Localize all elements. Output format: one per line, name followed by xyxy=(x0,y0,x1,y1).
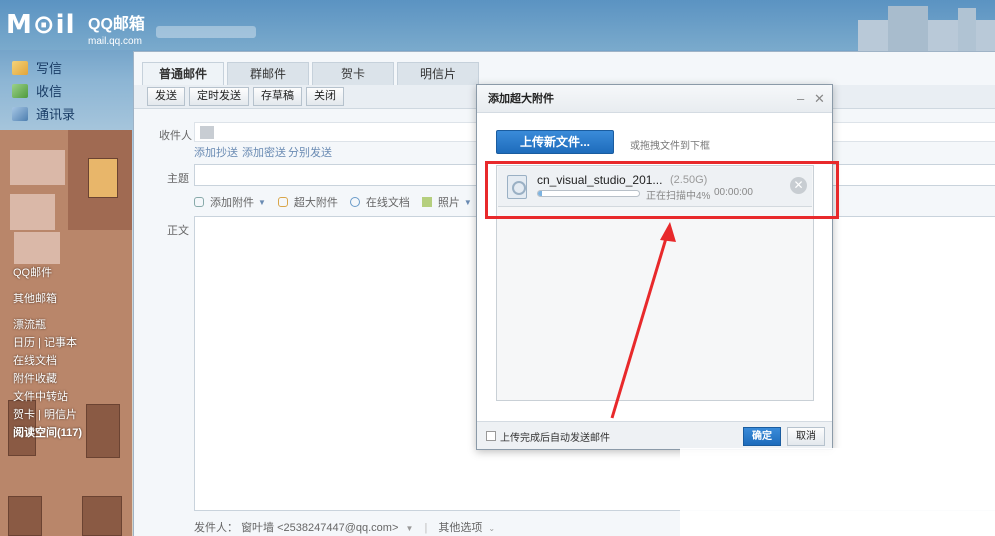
brand-url: mail.qq.com xyxy=(88,36,142,47)
cloud-doc-icon xyxy=(349,197,360,207)
auto-send-checkbox[interactable] xyxy=(486,431,496,441)
scheduled-send-button[interactable]: 定时发送 xyxy=(189,87,249,106)
inbox-icon xyxy=(12,83,28,98)
add-bcc-link[interactable]: 添加密送 xyxy=(242,144,286,160)
redacted-area xyxy=(680,448,995,536)
upload-new-file-button[interactable]: 上传新文件... xyxy=(496,130,614,154)
dialog-header: 添加超大附件 – ✕ xyxy=(477,85,832,113)
background-building xyxy=(958,8,976,51)
contacts-icon xyxy=(12,106,28,121)
send-button[interactable]: 发送 xyxy=(147,87,185,106)
annotation-highlight-box xyxy=(485,161,839,219)
subject-label: 主题 xyxy=(167,173,189,185)
close-icon[interactable]: ✕ xyxy=(814,85,825,113)
nav-contacts-label: 通讯录 xyxy=(36,107,76,122)
nav-write-label: 写信 xyxy=(36,61,63,76)
minimize-icon[interactable]: – xyxy=(797,85,804,113)
chevron-down-icon[interactable]: ⌄ xyxy=(488,524,495,533)
separate-send-link[interactable]: 分别发送 xyxy=(288,144,332,160)
ok-button[interactable]: 确定 xyxy=(743,427,781,446)
tab-postcard[interactable]: 明信片 xyxy=(397,62,479,85)
sender-row: 发件人： 窗叶墙 <2538247447@qq.com> ▼ | 其他选项 ⌄ xyxy=(194,519,495,535)
attach-options: 添加附件 ▼ 超大附件 在线文档 照片 ▼ 文档 xyxy=(194,194,522,210)
nav-inbox[interactable]: 收信 xyxy=(0,79,132,102)
redacted-folders xyxy=(14,232,60,264)
nav-folder-attachments[interactable]: 附件收藏 xyxy=(0,370,132,388)
cancel-button[interactable]: 取消 xyxy=(787,427,825,446)
top-banner xyxy=(0,0,995,50)
nav-write[interactable]: 写信 xyxy=(0,56,132,79)
save-draft-button[interactable]: 存草稿 xyxy=(253,87,302,106)
photo-link[interactable]: 照片 xyxy=(438,194,460,210)
auto-send-label: 上传完成后自动发送邮件 xyxy=(500,433,610,444)
background-window xyxy=(8,496,42,536)
left-nav: 写信 收信 通讯录 xyxy=(0,56,132,125)
add-attachment-link[interactable]: 添加附件 xyxy=(210,194,254,210)
redacted-folders xyxy=(10,194,55,230)
write-icon xyxy=(12,60,28,75)
nav-folder-list: QQ邮件 其他邮箱 漂流瓶 日历 | 记事本 在线文档 附件收藏 文件中转站 贺… xyxy=(0,264,132,442)
nav-folder-reading[interactable]: 阅读空间(117) xyxy=(0,424,132,442)
qq-mail-logo[interactable]: M⊙il xyxy=(6,10,75,40)
chevron-down-icon[interactable]: ▼ xyxy=(405,524,413,533)
brand-name: QQ邮箱 xyxy=(88,16,145,33)
nav-folder-calendar[interactable]: 日历 | 记事本 xyxy=(0,334,132,352)
nav-folder-qq[interactable]: QQ邮件 xyxy=(0,264,132,282)
redacted-folders xyxy=(10,150,65,185)
large-attachment-link[interactable]: 超大附件 xyxy=(294,194,338,210)
nav-folder-transfer[interactable]: 文件中转站 xyxy=(0,388,132,406)
compose-tabs: 普通邮件 群邮件 贺卡 明信片 xyxy=(142,62,479,85)
large-attachment-dialog: 添加超大附件 – ✕ 上传新文件... 或拖拽文件到下框 cn_visual_s… xyxy=(476,84,833,450)
dialog-title: 添加超大附件 xyxy=(488,93,554,105)
online-doc-link[interactable]: 在线文档 xyxy=(366,194,410,210)
brand: QQ邮箱 mail.qq.com xyxy=(88,10,145,47)
recipient-chip-redacted xyxy=(200,126,214,139)
close-button[interactable]: 关闭 xyxy=(306,87,344,106)
background-window xyxy=(82,496,122,536)
other-options-link[interactable]: 其他选项 xyxy=(438,522,482,534)
drag-hint: 或拖拽文件到下框 xyxy=(630,141,710,152)
photo-icon xyxy=(421,197,432,207)
chevron-down-icon[interactable]: ▼ xyxy=(464,198,472,207)
nav-contacts[interactable]: 通讯录 xyxy=(0,102,132,125)
background-window xyxy=(88,158,118,198)
nav-folder-cards[interactable]: 贺卡 | 明信片 xyxy=(0,406,132,424)
tab-group-mail[interactable]: 群邮件 xyxy=(227,62,309,85)
recipient-label: 收件人 xyxy=(159,130,192,142)
tab-greeting-card[interactable]: 贺卡 xyxy=(312,62,394,85)
chevron-down-icon[interactable]: ▼ xyxy=(258,198,266,207)
nav-folder-bottle[interactable]: 漂流瓶 xyxy=(0,316,132,334)
nav-inbox-label: 收信 xyxy=(36,84,63,99)
divider: | xyxy=(424,522,428,534)
nav-folder-docs[interactable]: 在线文档 xyxy=(0,352,132,370)
background-building xyxy=(888,6,928,51)
user-info-redacted xyxy=(156,26,256,38)
paperclip-icon xyxy=(277,197,288,207)
sender-value[interactable]: 窗叶墙 <2538247447@qq.com> xyxy=(241,522,398,534)
nav-folder-other[interactable]: 其他邮箱 xyxy=(0,290,132,308)
sender-label: 发件人： xyxy=(194,522,238,534)
dialog-footer: 上传完成后自动发送邮件 确定 取消 xyxy=(477,421,832,449)
add-cc-link[interactable]: 添加抄送 xyxy=(194,144,238,160)
paperclip-icon xyxy=(194,197,204,207)
body-label: 正文 xyxy=(167,225,189,237)
tab-normal-mail[interactable]: 普通邮件 xyxy=(142,62,224,85)
